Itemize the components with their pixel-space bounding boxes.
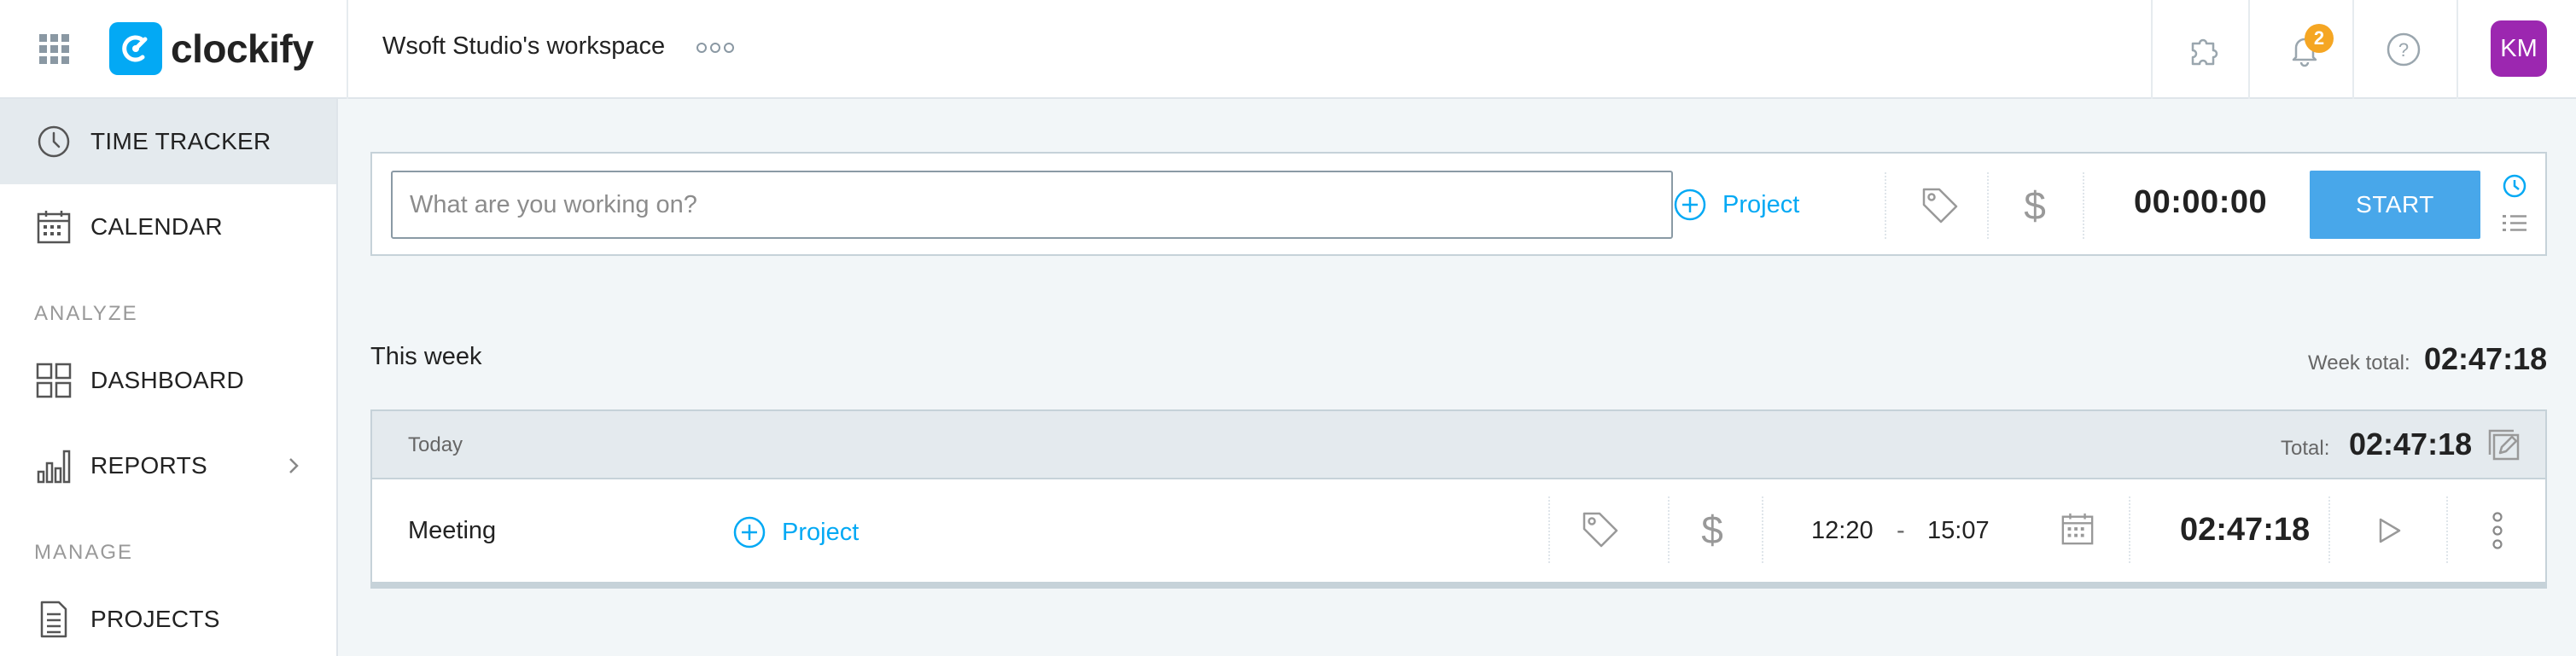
entry-project-button[interactable]: Project (732, 515, 859, 549)
day-group: Today Total: 02:47:18 Meeting Project $ … (370, 409, 2547, 589)
calendar-icon (34, 207, 73, 247)
manual-mode-icon[interactable] (2501, 210, 2528, 237)
project-label: Project (782, 518, 860, 546)
dollar-icon[interactable]: $ (1695, 505, 1729, 553)
logo-text: clockify (171, 26, 314, 71)
timer-display: 00:00:00 (2134, 184, 2268, 220)
sidebar-item-dashboard[interactable]: DASHBOARD (0, 338, 336, 423)
day-group-footer (372, 582, 2545, 589)
bar-chart-icon (34, 446, 73, 485)
document-icon (34, 600, 73, 639)
day-total-value: 02:47:18 (2349, 427, 2473, 462)
start-button[interactable]: START (2310, 171, 2480, 239)
sidebar-item-time-tracker[interactable]: TIME TRACKER (0, 99, 336, 184)
clockify-logo[interactable]: clockify (109, 22, 314, 75)
day-total-label: Total: (2281, 437, 2330, 460)
divider (2352, 0, 2354, 99)
project-button[interactable]: Project (1673, 188, 1799, 222)
sidebar-item-reports[interactable]: REPORTS (0, 423, 336, 508)
timer-mode-icon[interactable] (2501, 172, 2528, 200)
bulk-edit-icon[interactable] (2486, 427, 2523, 464)
divider (1987, 172, 1989, 239)
project-label: Project (1722, 190, 1800, 218)
clockify-logo-icon (109, 22, 162, 75)
help-icon[interactable]: ? (2378, 24, 2429, 75)
tag-icon[interactable] (1919, 184, 1961, 227)
sidebar-item-label: PROJECTS (90, 606, 220, 632)
dollar-icon[interactable]: $ (2018, 181, 2052, 229)
entry-duration[interactable]: 02:47:18 (2180, 512, 2310, 549)
entry-end-time[interactable]: 15:07 (1927, 517, 1990, 545)
day-label: Today (408, 433, 463, 456)
divider (347, 0, 348, 99)
svg-text:?: ? (2398, 39, 2409, 61)
divider (2129, 496, 2130, 563)
sidebar-item-label: REPORTS (90, 452, 207, 479)
calendar-icon[interactable] (2059, 510, 2096, 548)
sidebar-item-projects[interactable]: PROJECTS (0, 577, 336, 656)
time-tracker-bar: Project $ 00:00:00 START (370, 152, 2547, 256)
divider (1762, 496, 1763, 563)
more-horizontal-icon[interactable] (696, 39, 735, 56)
entry-description[interactable]: Meeting (408, 517, 496, 545)
more-vertical-icon[interactable] (2487, 508, 2508, 553)
divider (2151, 0, 2153, 99)
avatar[interactable]: KM (2491, 20, 2547, 77)
svg-text:$: $ (2024, 183, 2046, 228)
chevron-right-icon[interactable] (285, 453, 302, 479)
clock-icon (34, 122, 73, 161)
divider (2446, 496, 2448, 563)
divider (1668, 496, 1670, 563)
dashboard-icon (34, 361, 73, 400)
time-entry-row[interactable]: Meeting Project $ 12:20 - 15:07 02:47:18 (372, 479, 2545, 582)
entry-start-time[interactable]: 12:20 (1811, 517, 1874, 545)
sidebar-item-calendar[interactable]: CALENDAR (0, 184, 336, 270)
sidebar-item-label: TIME TRACKER (90, 128, 271, 154)
play-icon[interactable] (2371, 514, 2405, 548)
week-total-value: 02:47:18 (2424, 341, 2548, 376)
time-separator: - (1897, 517, 1905, 544)
add-circle-icon (733, 516, 766, 549)
notification-badge: 2 (2305, 24, 2334, 53)
puzzle-icon[interactable] (2178, 24, 2229, 75)
divider (2248, 0, 2250, 99)
top-bar: clockify Wsoft Studio's workspace 2 ? KM (0, 0, 2576, 99)
app-grid-icon[interactable] (39, 34, 70, 65)
section-label-manage: MANAGE (34, 541, 134, 564)
add-circle-icon (1674, 189, 1706, 221)
section-label-analyze: ANALYZE (34, 302, 138, 325)
sidebar: TIME TRACKER CALENDAR ANALYZE DASHBOARD (0, 99, 338, 656)
sidebar-item-label: CALENDAR (90, 213, 223, 240)
week-total-label: Week total: (2308, 351, 2410, 374)
svg-text:$: $ (1701, 508, 1723, 552)
tag-icon[interactable] (1579, 508, 1622, 551)
divider (1885, 172, 1886, 239)
divider (1548, 496, 1550, 563)
week-label: This week (370, 343, 482, 370)
sidebar-item-label: DASHBOARD (90, 367, 245, 393)
workspace-name[interactable]: Wsoft Studio's workspace (382, 32, 665, 61)
day-group-header: Today Total: 02:47:18 (372, 411, 2545, 479)
divider (2457, 0, 2458, 99)
description-input[interactable] (391, 171, 1673, 239)
divider (2083, 172, 2084, 239)
divider (2328, 496, 2330, 563)
